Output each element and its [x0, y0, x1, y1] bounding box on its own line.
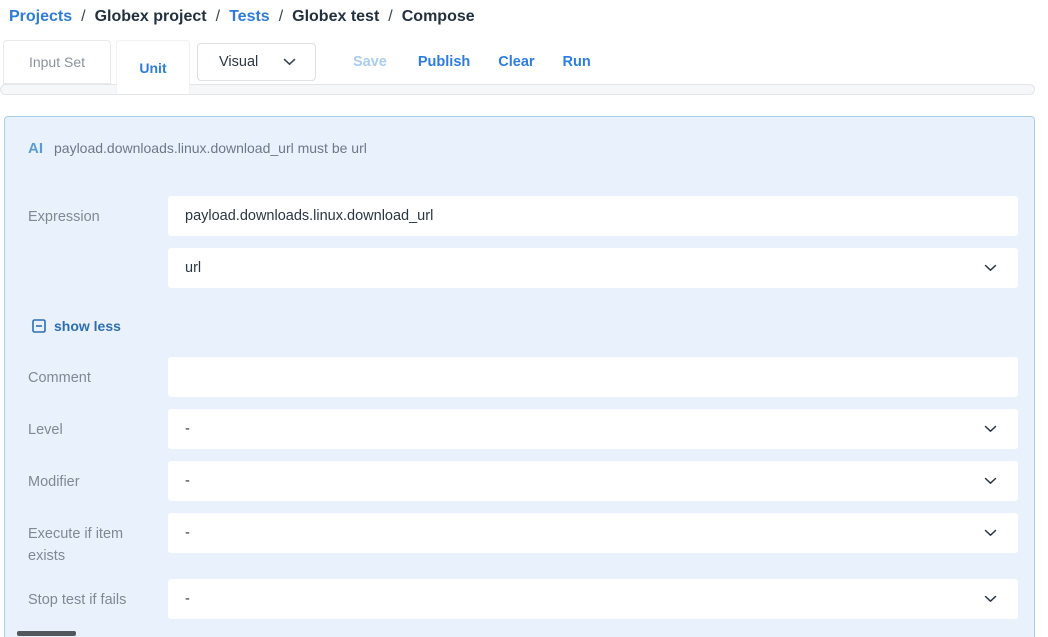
stop-test-if-fails-row: Stop test if fails -	[28, 579, 1034, 619]
comment-label: Comment	[28, 357, 168, 389]
stop-test-if-fails-label: Stop test if fails	[28, 579, 168, 611]
toolbar-actions: Save Publish Clear Run	[353, 40, 591, 84]
collapse-minus-icon	[32, 319, 46, 333]
assertion-type-label-spacer	[28, 248, 168, 258]
modifier-row: Modifier -	[28, 461, 1034, 501]
assertion-panel: AI payload.downloads.linux.download_url …	[4, 116, 1035, 637]
run-button[interactable]: Run	[563, 54, 591, 70]
page-scrollbar-thumb[interactable]	[17, 631, 76, 636]
assertion-header: AI payload.downloads.linux.download_url …	[28, 140, 1034, 160]
breadcrumb-globex-project: Globex project	[95, 8, 207, 26]
expression-label: Expression	[28, 196, 168, 228]
comment-input[interactable]	[168, 357, 1018, 397]
save-button[interactable]: Save	[353, 54, 387, 70]
breadcrumb-compose: Compose	[402, 8, 475, 26]
level-label: Level	[28, 409, 168, 441]
stop-test-if-fails-select[interactable]: -	[168, 579, 1018, 619]
comment-row: Comment	[28, 357, 1034, 397]
chevron-down-icon	[984, 425, 997, 433]
breadcrumb-globex-test: Globex test	[292, 8, 379, 26]
execute-if-item-exists-value: -	[185, 525, 190, 541]
breadcrumb-projects[interactable]: Projects	[9, 8, 72, 26]
chevron-down-icon	[984, 595, 997, 603]
toolbar: Input Set Unit Visual Save Publish Clear…	[0, 40, 1048, 84]
assertion-summary: payload.downloads.linux.download_url mus…	[54, 140, 367, 156]
tab-unit[interactable]: Unit	[116, 40, 190, 94]
breadcrumb-separator: /	[388, 8, 392, 26]
mode-select[interactable]: Visual	[197, 43, 316, 81]
assertion-type-row: url	[28, 248, 1034, 288]
expression-input[interactable]	[168, 196, 1018, 236]
breadcrumb-separator: /	[216, 8, 220, 26]
show-less-label: show less	[54, 318, 121, 334]
assertion-type-value: url	[185, 260, 201, 276]
execute-if-item-exists-label: Execute if item exists	[28, 513, 168, 567]
breadcrumb: Projects / Globex project / Tests / Glob…	[0, 0, 1048, 30]
chevron-down-icon	[984, 477, 997, 485]
execute-if-item-exists-row: Execute if item exists -	[28, 513, 1034, 567]
breadcrumb-tests[interactable]: Tests	[229, 8, 270, 26]
publish-button[interactable]: Publish	[418, 54, 470, 70]
chevron-down-icon	[984, 529, 997, 537]
mode-select-value: Visual	[219, 54, 258, 70]
level-value: -	[185, 421, 190, 437]
modifier-select[interactable]: -	[168, 461, 1018, 501]
execute-if-item-exists-select[interactable]: -	[168, 513, 1018, 553]
tab-input-set[interactable]: Input Set	[3, 40, 111, 84]
expression-row: Expression	[28, 196, 1034, 236]
ai-badge: AI	[28, 140, 43, 157]
clear-button[interactable]: Clear	[498, 54, 534, 70]
modifier-label: Modifier	[28, 461, 168, 493]
breadcrumb-separator: /	[279, 8, 283, 26]
modifier-value: -	[185, 473, 190, 489]
level-select[interactable]: -	[168, 409, 1018, 449]
chevron-down-icon	[984, 264, 997, 272]
stop-test-if-fails-value: -	[185, 591, 190, 607]
chevron-down-icon	[283, 58, 296, 66]
assertion-type-select[interactable]: url	[168, 248, 1018, 288]
show-less-toggle[interactable]: show less	[32, 318, 121, 334]
level-row: Level -	[28, 409, 1034, 449]
breadcrumb-separator: /	[81, 8, 85, 26]
